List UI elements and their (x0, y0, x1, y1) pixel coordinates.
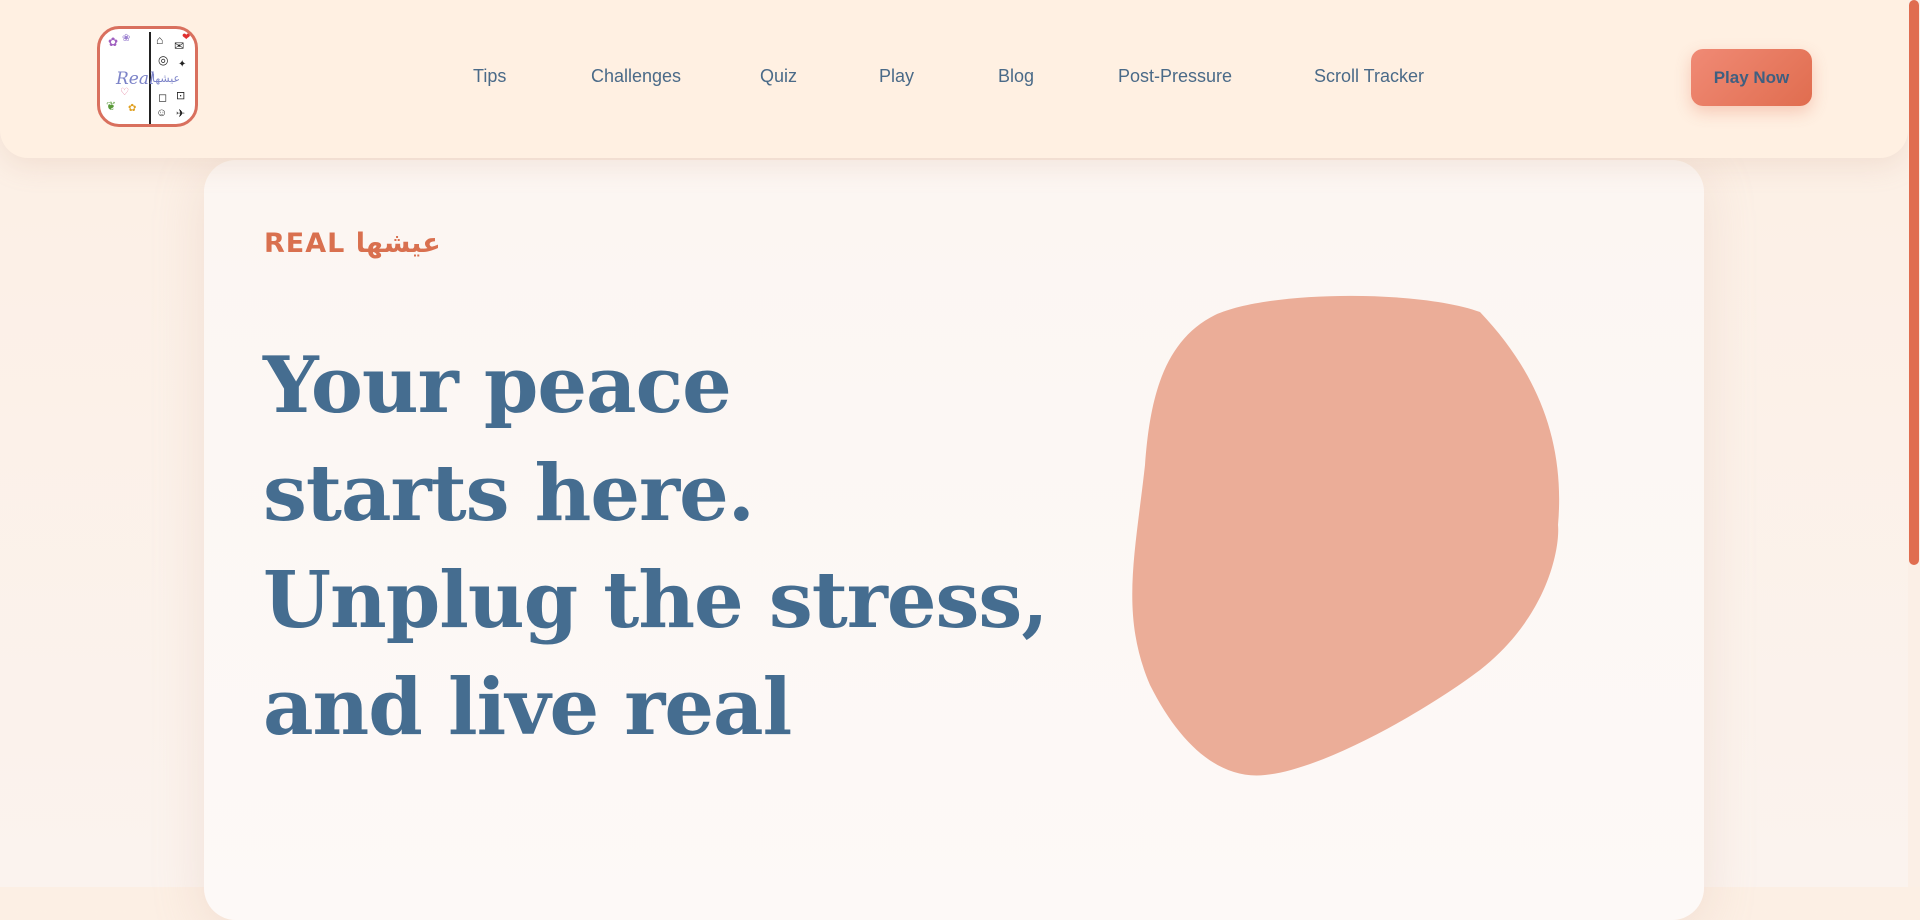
doodle-icon: ✦ (178, 59, 187, 70)
nav-link-quiz[interactable]: Quiz (760, 66, 797, 87)
flower-icon: ❀ (122, 33, 131, 44)
logo-text: Real (116, 69, 155, 89)
site-logo[interactable]: ✿ ❀ ❦ ✿ ♡ ⌂ ✉ ❤ ◎ ✦ ◻ ⊡ ☺ ✈ Real عيشها (97, 26, 198, 127)
flower-icon: ✿ (128, 103, 137, 114)
hero-heading-line-2: starts here. (263, 448, 755, 539)
hero-brand-label: REAL عيشها (264, 228, 441, 259)
doodle-icon: ⊡ (176, 90, 186, 102)
nav-link-tips[interactable]: Tips (473, 66, 506, 87)
hero-heading-line-1: Your peace (263, 340, 732, 431)
logo-arabic-text: عيشها (152, 73, 181, 85)
nav-link-blog[interactable]: Blog (998, 66, 1034, 87)
heart-icon: ❤ (182, 32, 191, 43)
leaf-icon: ❦ (106, 99, 117, 113)
nav-link-post-pressure[interactable]: Post-Pressure (1118, 66, 1232, 87)
doodle-icon: ✈ (176, 108, 186, 120)
hero-heading-line-3: Unplug the stress, (263, 555, 1048, 646)
doodle-icon: ⌂ (156, 33, 164, 47)
doodle-icon: ☺ (156, 107, 168, 119)
hero-heading-line-4: and live real (263, 662, 792, 753)
doodle-icon: ◻ (158, 92, 168, 104)
nav-link-scroll-tracker[interactable]: Scroll Tracker (1314, 66, 1424, 87)
scrollbar-thumb[interactable] (1909, 0, 1919, 565)
nav-link-play[interactable]: Play (879, 66, 914, 87)
play-now-button[interactable]: Play Now (1691, 49, 1812, 106)
top-navbar: ✿ ❀ ❦ ✿ ♡ ⌂ ✉ ❤ ◎ ✦ ◻ ⊡ ☺ ✈ Real عيشها T… (0, 0, 1908, 158)
flower-icon: ✿ (108, 35, 119, 49)
hero-blob-shape (1132, 295, 1560, 776)
doodle-icon: ◎ (158, 53, 169, 67)
nav-link-challenges[interactable]: Challenges (591, 66, 681, 87)
